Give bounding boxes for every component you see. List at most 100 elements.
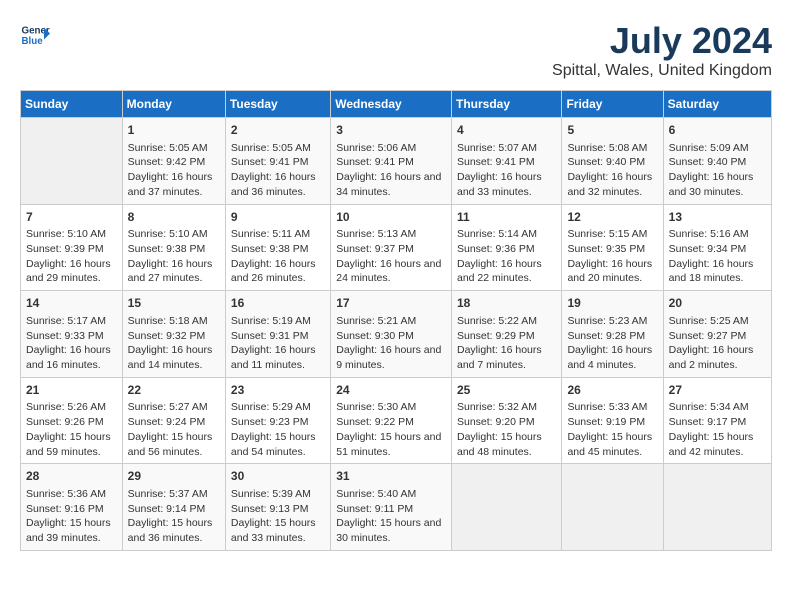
cell-content: Sunrise: 5:17 AM Sunset: 9:33 PM Dayligh… bbox=[26, 314, 117, 373]
calendar-cell: 21Sunrise: 5:26 AM Sunset: 9:26 PM Dayli… bbox=[21, 377, 123, 464]
day-number: 19 bbox=[567, 295, 657, 312]
calendar-week-1: 1 Sunrise: 5:05 AM Sunset: 9:42 PM Daylig… bbox=[21, 118, 772, 205]
cell-content: Sunrise: 5:29 AM Sunset: 9:23 PM Dayligh… bbox=[231, 400, 325, 459]
cell-content: Sunrise: 5:05 AM Sunset: 9:41 PM Dayligh… bbox=[231, 141, 325, 200]
calendar-cell: 24Sunrise: 5:30 AM Sunset: 9:22 PM Dayli… bbox=[331, 377, 452, 464]
day-number: 2 bbox=[231, 122, 325, 139]
cell-content: Sunrise: 5:33 AM Sunset: 9:19 PM Dayligh… bbox=[567, 400, 657, 459]
cell-content: Sunrise: 5:25 AM Sunset: 9:27 PM Dayligh… bbox=[669, 314, 766, 373]
cell-content: Sunrise: 5:26 AM Sunset: 9:26 PM Dayligh… bbox=[26, 400, 117, 459]
header-thursday: Thursday bbox=[451, 91, 561, 118]
day-number: 12 bbox=[567, 209, 657, 226]
day-number: 16 bbox=[231, 295, 325, 312]
calendar-cell: 10Sunrise: 5:13 AM Sunset: 9:37 PM Dayli… bbox=[331, 204, 452, 291]
calendar-cell: 6 Sunrise: 5:09 AM Sunset: 9:40 PM Daylig… bbox=[663, 118, 771, 205]
logo: General Blue bbox=[20, 20, 50, 50]
day-number: 15 bbox=[128, 295, 220, 312]
header-sunday: Sunday bbox=[21, 91, 123, 118]
calendar-cell: 3Sunrise: 5:06 AM Sunset: 9:41 PM Daylig… bbox=[331, 118, 452, 205]
calendar-cell: 22Sunrise: 5:27 AM Sunset: 9:24 PM Dayli… bbox=[122, 377, 225, 464]
day-number: 20 bbox=[669, 295, 766, 312]
calendar-cell: 9Sunrise: 5:11 AM Sunset: 9:38 PM Daylig… bbox=[225, 204, 330, 291]
calendar-cell: 7Sunrise: 5:10 AM Sunset: 9:39 PM Daylig… bbox=[21, 204, 123, 291]
cell-content: Sunrise: 5:07 AM Sunset: 9:41 PM Dayligh… bbox=[457, 141, 556, 200]
cell-content: Sunrise: 5:05 AM Sunset: 9:42 PM Dayligh… bbox=[128, 141, 220, 200]
calendar-cell: 28 Sunrise: 5:36 AM Sunset: 9:16 PM Dayli… bbox=[21, 464, 123, 551]
calendar-week-3: 14Sunrise: 5:17 AM Sunset: 9:33 PM Dayli… bbox=[21, 291, 772, 378]
calendar-cell: 4 Sunrise: 5:07 AM Sunset: 9:41 PM Daylig… bbox=[451, 118, 561, 205]
day-number: 24 bbox=[336, 382, 446, 399]
title-section: July 2024 Spittal, Wales, United Kingdom bbox=[552, 20, 772, 80]
header-saturday: Saturday bbox=[663, 91, 771, 118]
day-number: 31 bbox=[336, 468, 446, 485]
calendar-cell: 30 Sunrise: 5:39 AM Sunset: 9:13 PM Dayli… bbox=[225, 464, 330, 551]
cell-content: Sunrise: 5:10 AM Sunset: 9:39 PM Dayligh… bbox=[26, 227, 117, 286]
calendar-cell bbox=[451, 464, 561, 551]
day-number: 27 bbox=[669, 382, 766, 399]
day-number: 30 bbox=[231, 468, 325, 485]
cell-content: Sunrise: 5:18 AM Sunset: 9:32 PM Dayligh… bbox=[128, 314, 220, 373]
cell-content: Sunrise: 5:21 AM Sunset: 9:30 PM Dayligh… bbox=[336, 314, 446, 373]
day-number: 18 bbox=[457, 295, 556, 312]
cell-content: Sunrise: 5:09 AM Sunset: 9:40 PM Dayligh… bbox=[669, 141, 766, 200]
day-number: 23 bbox=[231, 382, 325, 399]
cell-content: Sunrise: 5:34 AM Sunset: 9:17 PM Dayligh… bbox=[669, 400, 766, 459]
logo-icon: General Blue bbox=[20, 20, 50, 50]
day-number: 28 bbox=[26, 468, 117, 485]
day-number: 8 bbox=[128, 209, 220, 226]
cell-content: Sunrise: 5:14 AM Sunset: 9:36 PM Dayligh… bbox=[457, 227, 556, 286]
cell-content: Sunrise: 5:40 AM Sunset: 9:11 PM Dayligh… bbox=[336, 487, 446, 546]
cell-content: Sunrise: 5:37 AM Sunset: 9:14 PM Dayligh… bbox=[128, 487, 220, 546]
day-number: 29 bbox=[128, 468, 220, 485]
calendar-cell: 13Sunrise: 5:16 AM Sunset: 9:34 PM Dayli… bbox=[663, 204, 771, 291]
cell-content: Sunrise: 5:23 AM Sunset: 9:28 PM Dayligh… bbox=[567, 314, 657, 373]
day-number: 26 bbox=[567, 382, 657, 399]
day-number: 3 bbox=[336, 122, 446, 139]
calendar-cell: 2 Sunrise: 5:05 AM Sunset: 9:41 PM Daylig… bbox=[225, 118, 330, 205]
cell-content: Sunrise: 5:32 AM Sunset: 9:20 PM Dayligh… bbox=[457, 400, 556, 459]
svg-text:Blue: Blue bbox=[22, 36, 44, 47]
cell-content: Sunrise: 5:11 AM Sunset: 9:38 PM Dayligh… bbox=[231, 227, 325, 286]
calendar-table: Sunday Monday Tuesday Wednesday Thursday… bbox=[20, 90, 772, 551]
cell-content: Sunrise: 5:19 AM Sunset: 9:31 PM Dayligh… bbox=[231, 314, 325, 373]
cell-content: Sunrise: 5:39 AM Sunset: 9:13 PM Dayligh… bbox=[231, 487, 325, 546]
calendar-week-2: 7Sunrise: 5:10 AM Sunset: 9:39 PM Daylig… bbox=[21, 204, 772, 291]
day-number: 10 bbox=[336, 209, 446, 226]
calendar-cell: 23Sunrise: 5:29 AM Sunset: 9:23 PM Dayli… bbox=[225, 377, 330, 464]
header-tuesday: Tuesday bbox=[225, 91, 330, 118]
header-friday: Friday bbox=[562, 91, 663, 118]
day-number: 1 bbox=[128, 122, 220, 139]
calendar-cell: 20 Sunrise: 5:25 AM Sunset: 9:27 PM Dayli… bbox=[663, 291, 771, 378]
cell-content: Sunrise: 5:22 AM Sunset: 9:29 PM Dayligh… bbox=[457, 314, 556, 373]
calendar-cell: 17Sunrise: 5:21 AM Sunset: 9:30 PM Dayli… bbox=[331, 291, 452, 378]
day-number: 4 bbox=[457, 122, 556, 139]
day-number: 6 bbox=[669, 122, 766, 139]
calendar-week-5: 28 Sunrise: 5:36 AM Sunset: 9:16 PM Dayli… bbox=[21, 464, 772, 551]
day-number: 21 bbox=[26, 382, 117, 399]
calendar-cell: 14Sunrise: 5:17 AM Sunset: 9:33 PM Dayli… bbox=[21, 291, 123, 378]
calendar-cell: 8Sunrise: 5:10 AM Sunset: 9:38 PM Daylig… bbox=[122, 204, 225, 291]
day-number: 5 bbox=[567, 122, 657, 139]
day-number: 13 bbox=[669, 209, 766, 226]
calendar-cell: 11Sunrise: 5:14 AM Sunset: 9:36 PM Dayli… bbox=[451, 204, 561, 291]
header-wednesday: Wednesday bbox=[331, 91, 452, 118]
cell-content: Sunrise: 5:36 AM Sunset: 9:16 PM Dayligh… bbox=[26, 487, 117, 546]
header-monday: Monday bbox=[122, 91, 225, 118]
calendar-cell bbox=[21, 118, 123, 205]
day-number: 9 bbox=[231, 209, 325, 226]
day-number: 25 bbox=[457, 382, 556, 399]
calendar-cell: 15 Sunrise: 5:18 AM Sunset: 9:32 PM Dayli… bbox=[122, 291, 225, 378]
calendar-cell: 19 Sunrise: 5:23 AM Sunset: 9:28 PM Dayli… bbox=[562, 291, 663, 378]
day-number: 22 bbox=[128, 382, 220, 399]
calendar-cell: 18 Sunrise: 5:22 AM Sunset: 9:29 PM Dayli… bbox=[451, 291, 561, 378]
subtitle: Spittal, Wales, United Kingdom bbox=[552, 62, 772, 80]
calendar-cell: 16 Sunrise: 5:19 AM Sunset: 9:31 PM Dayli… bbox=[225, 291, 330, 378]
calendar-week-4: 21Sunrise: 5:26 AM Sunset: 9:26 PM Dayli… bbox=[21, 377, 772, 464]
main-title: July 2024 bbox=[552, 20, 772, 62]
page-header: General Blue July 2024 Spittal, Wales, U… bbox=[20, 20, 772, 80]
calendar-cell: 27Sunrise: 5:34 AM Sunset: 9:17 PM Dayli… bbox=[663, 377, 771, 464]
cell-content: Sunrise: 5:16 AM Sunset: 9:34 PM Dayligh… bbox=[669, 227, 766, 286]
day-number: 7 bbox=[26, 209, 117, 226]
calendar-cell bbox=[663, 464, 771, 551]
calendar-cell: 5Sunrise: 5:08 AM Sunset: 9:40 PM Daylig… bbox=[562, 118, 663, 205]
